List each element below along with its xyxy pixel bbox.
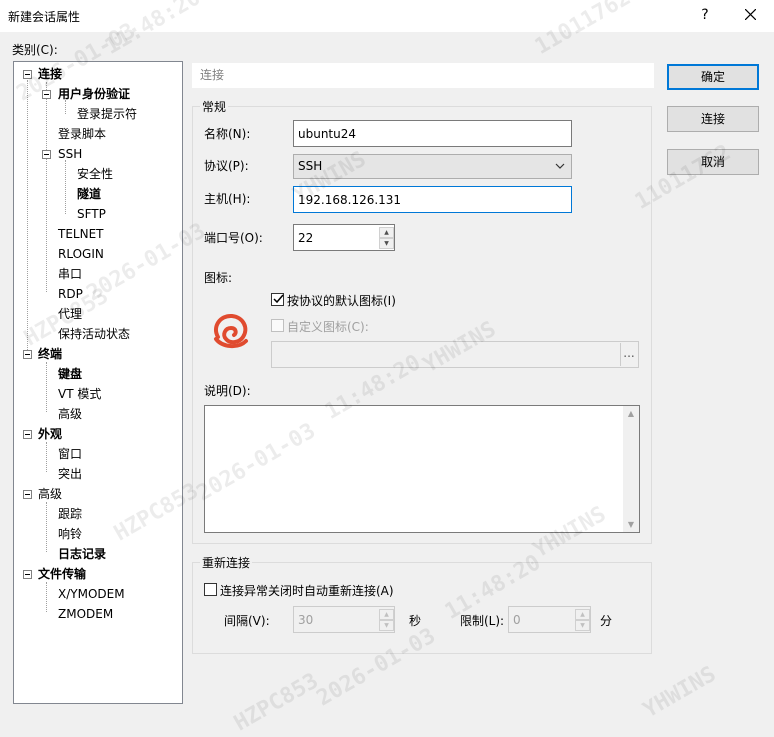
tree-item-advanced[interactable]: 高级 [38, 485, 62, 503]
default-icon-checkbox[interactable] [271, 293, 284, 306]
tree-connector [46, 82, 47, 292]
port-label: 端口号(O): [204, 231, 263, 245]
tree-item-trace[interactable]: 跟踪 [58, 505, 82, 523]
category-tree[interactable]: 连接 用户身份验证 登录提示符 登录脚本 SSH 安全性 隧道 SFTP TEL… [13, 61, 183, 704]
name-label: 名称(N): [204, 127, 251, 141]
tree-item-rdp[interactable]: RDP [58, 285, 83, 303]
tree-item-proxy[interactable]: 代理 [58, 305, 82, 323]
limit-down-button[interactable]: ▼ [575, 620, 590, 631]
collapse-icon[interactable] [23, 430, 32, 439]
tree-item-window[interactable]: 窗口 [58, 445, 82, 463]
close-icon [744, 8, 756, 21]
collapse-icon[interactable] [23, 490, 32, 499]
tree-connector [65, 160, 66, 214]
seconds-unit: 秒 [409, 614, 422, 628]
collapse-icon[interactable] [42, 90, 51, 99]
tree-item-login-prompt[interactable]: 登录提示符 [77, 105, 137, 123]
description-label: 说明(D): [204, 384, 251, 398]
window-title: 新建会话属性 [8, 10, 81, 24]
tree-item-appearance[interactable]: 外观 [38, 425, 62, 443]
tree-item-terminal-advanced[interactable]: 高级 [58, 405, 82, 423]
tree-connector [46, 502, 47, 552]
description-scrollbar[interactable]: ▲ ▼ [623, 406, 639, 532]
collapse-icon[interactable] [42, 150, 51, 159]
protocol-label: 协议(P): [204, 159, 249, 173]
limit-label: 限制(L): [460, 614, 505, 628]
port-up-button[interactable]: ▲ [379, 227, 394, 238]
custom-icon-label: 自定义图标(C): [287, 320, 369, 334]
custom-icon-path-input [271, 341, 639, 368]
custom-icon-checkbox[interactable] [271, 319, 284, 332]
connect-button[interactable]: 连接 [667, 106, 759, 132]
tree-item-keyboard[interactable]: 键盘 [58, 365, 82, 383]
tree-item-xymodem[interactable]: X/YMODEM [58, 585, 125, 603]
tree-item-login-script[interactable]: 登录脚本 [58, 125, 106, 143]
tree-item-highlight[interactable]: 突出 [58, 465, 82, 483]
tree-connector [46, 582, 47, 612]
auto-reconnect-checkbox[interactable] [204, 583, 217, 596]
collapse-icon[interactable] [23, 70, 32, 79]
tree-item-connection[interactable]: 连接 [38, 65, 62, 83]
auto-reconnect-label[interactable]: 连接异常关闭时自动重新连接(A) [220, 582, 394, 599]
tree-connector [27, 80, 28, 350]
checkmark-icon [273, 294, 284, 304]
chevron-down-icon [555, 163, 565, 169]
tree-item-zmodem[interactable]: ZMODEM [58, 605, 113, 623]
tree-item-security[interactable]: 安全性 [77, 165, 113, 183]
protocol-select[interactable]: SSH [293, 154, 572, 179]
default-icon-label[interactable]: 按协议的默认图标(I) [287, 292, 396, 309]
tree-connector [46, 442, 47, 472]
name-input[interactable] [293, 120, 572, 147]
watermark-text: YHWINS [639, 661, 721, 724]
tree-connector [46, 362, 47, 412]
tree-item-keepalive[interactable]: 保持活动状态 [58, 325, 130, 343]
tree-item-sftp[interactable]: SFTP [77, 205, 106, 223]
browse-icon-button[interactable]: ... [620, 343, 637, 366]
tree-item-serial[interactable]: 串口 [58, 265, 82, 283]
collapse-icon[interactable] [23, 350, 32, 359]
tree-item-terminal[interactable]: 终端 [38, 345, 62, 363]
host-input[interactable] [293, 186, 572, 213]
description-textarea[interactable] [204, 405, 640, 533]
tree-item-file-transfer[interactable]: 文件传输 [38, 565, 86, 583]
port-down-button[interactable]: ▼ [379, 238, 394, 249]
tree-item-ssh[interactable]: SSH [58, 145, 82, 163]
help-button[interactable]: ? [693, 4, 717, 26]
tree-item-user-auth[interactable]: 用户身份验证 [58, 85, 130, 103]
watermark-text: HZPC853 [229, 668, 323, 737]
interval-down-button[interactable]: ▼ [379, 620, 394, 631]
ok-button[interactable]: 确定 [667, 64, 759, 90]
cancel-button[interactable]: 取消 [667, 149, 759, 175]
protocol-value: SSH [298, 159, 323, 173]
tree-item-rlogin[interactable]: RLOGIN [58, 245, 104, 263]
scroll-down-icon: ▼ [627, 520, 635, 529]
icon-label: 图标: [204, 271, 233, 285]
interval-up-button[interactable]: ▲ [379, 609, 394, 620]
category-label: 类别(C): [12, 43, 58, 57]
reconnect-group-title: 重新连接 [200, 554, 253, 571]
limit-up-button[interactable]: ▲ [575, 609, 590, 620]
collapse-icon[interactable] [23, 570, 32, 579]
close-button[interactable] [734, 4, 766, 26]
interval-label: 间隔(V): [224, 614, 270, 628]
host-label: 主机(H): [204, 192, 251, 206]
scroll-up-icon: ▲ [627, 409, 635, 418]
section-header: 连接 [192, 63, 654, 88]
tree-item-logging[interactable]: 日志记录 [58, 545, 106, 563]
tree-item-vt-mode[interactable]: VT 模式 [58, 385, 101, 403]
tree-item-telnet[interactable]: TELNET [58, 225, 104, 243]
minutes-unit: 分 [600, 614, 613, 628]
tree-item-bell[interactable]: 响铃 [58, 525, 82, 543]
ssh-session-icon [213, 313, 248, 348]
title-bar [0, 0, 774, 32]
general-group-title: 常规 [200, 98, 229, 115]
tree-item-tunnel[interactable]: 隧道 [77, 185, 101, 203]
